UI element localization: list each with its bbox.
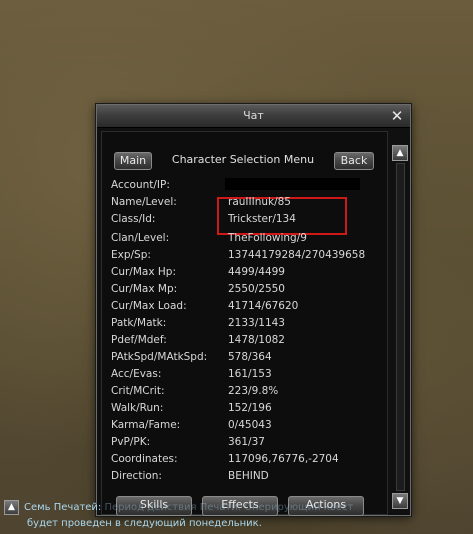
- label-account-ip: Account/IP:: [111, 179, 170, 191]
- value-direction: BEHIND: [228, 470, 269, 482]
- value-class-id: Trickster/134: [228, 213, 296, 225]
- value-acc-evas: 161/153: [228, 368, 272, 380]
- value-pvp-pk: 361/37: [228, 436, 265, 448]
- chat-line1-text: Семь Печатей:: [24, 502, 102, 513]
- redacted-account-ip: [225, 178, 360, 190]
- value-clan-level: TheFollowing/9: [228, 232, 307, 244]
- menu-title: Character Selection Menu: [171, 153, 315, 166]
- label-patk-matk: Patk/Matk:: [111, 317, 167, 329]
- scroll-up-icon[interactable]: ▲: [392, 145, 408, 161]
- value-patk-matk: 2133/1143: [228, 317, 285, 329]
- label-hp: Cur/Max Hp:: [111, 266, 176, 278]
- label-pvp-pk: PvP/PK:: [111, 436, 151, 448]
- label-exp-sp: Exp/Sp:: [111, 249, 151, 261]
- label-clan-level: Clan/Level:: [111, 232, 170, 244]
- back-button[interactable]: Back: [334, 152, 374, 170]
- label-crit: Crit/MCrit:: [111, 385, 165, 397]
- chat-log: ▲ Семь Печатей: Период действия Печати. …: [0, 498, 473, 534]
- value-exp-sp: 13744179284/270439658: [228, 249, 366, 261]
- label-acc-evas: Acc/Evas:: [111, 368, 162, 380]
- value-load: 41714/67620: [228, 300, 299, 312]
- chat-message-line1: Семь Печатей: Период действия Печати. Оп…: [24, 502, 353, 513]
- value-pdef-mdef: 1478/1082: [228, 334, 285, 346]
- label-karma-fame: Karma/Fame:: [111, 419, 181, 431]
- label-class-id: Class/Id:: [111, 213, 156, 225]
- value-name-level: rauIIInuk/85: [228, 196, 291, 208]
- label-pdef-mdef: Pdef/Mdef:: [111, 334, 167, 346]
- chat-line1-faded-text: Период действия Печати. Оперирующий квес…: [101, 502, 354, 513]
- value-crit: 223/9.8%: [228, 385, 279, 397]
- scroll-track[interactable]: [396, 163, 405, 491]
- chat-window: Чат ✕ Main Character Selection Menu Back…: [96, 104, 411, 516]
- value-walk-run: 152/196: [228, 402, 272, 414]
- value-karma-fame: 0/45043: [228, 419, 272, 431]
- label-name-level: Name/Level:: [111, 196, 177, 208]
- dialog-body: Main Character Selection Menu Back Accou…: [101, 131, 388, 516]
- window-titlebar[interactable]: Чат ✕: [97, 105, 410, 128]
- value-hp: 4499/4499: [228, 266, 285, 278]
- label-mp: Cur/Max Mp:: [111, 283, 178, 295]
- close-icon[interactable]: ✕: [389, 108, 405, 124]
- scrollbar[interactable]: ▲ ▼: [392, 145, 408, 509]
- label-direction: Direction:: [111, 470, 162, 482]
- label-coordinates: Coordinates:: [111, 453, 178, 465]
- value-mp: 2550/2550: [228, 283, 285, 295]
- label-atkspd: PAtkSpd/MAtkSpd:: [111, 351, 208, 363]
- window-title: Чат: [243, 109, 264, 122]
- chat-expand-icon[interactable]: ▲: [4, 500, 19, 515]
- label-load: Cur/Max Load:: [111, 300, 187, 312]
- chat-message-line2: будет проведен в следующий понедельник.: [27, 518, 262, 529]
- main-button[interactable]: Main: [114, 152, 152, 170]
- label-walk-run: Walk/Run:: [111, 402, 164, 414]
- value-coordinates: 117096,76776,-2704: [228, 453, 339, 465]
- value-atkspd: 578/364: [228, 351, 272, 363]
